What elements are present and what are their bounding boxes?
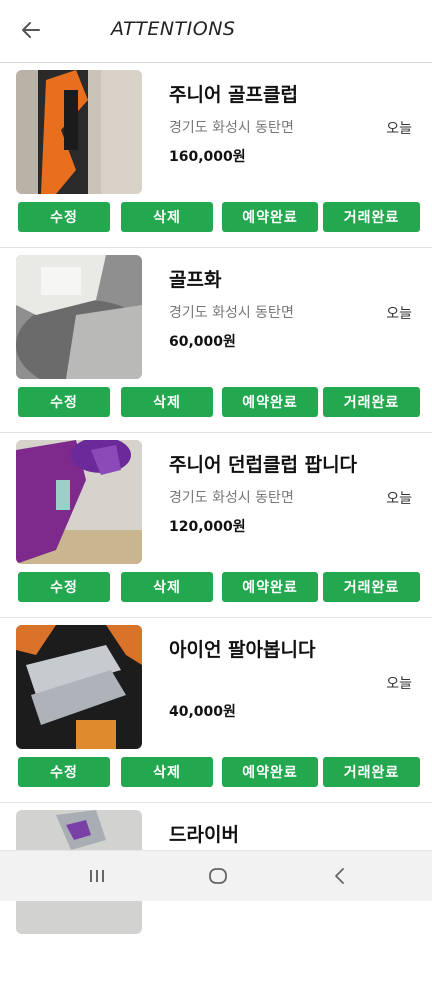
delete-button[interactable]: 삭제 [121,757,213,787]
item-name[interactable]: 드라이버 [169,820,239,847]
reserved-button[interactable]: 예약완료 [222,202,318,232]
reserved-button[interactable]: 예약완료 [222,572,318,602]
item-date: 오늘 [386,491,412,507]
system-nav-bar [0,850,432,901]
item-image[interactable] [16,70,142,194]
delete-button[interactable]: 삭제 [121,387,213,417]
item-name[interactable]: 주니어 던럽클럽 팝니다 [169,450,357,477]
item-image[interactable] [16,255,142,379]
recent-apps-icon [90,870,104,882]
edit-button[interactable]: 수정 [18,387,110,417]
item-name[interactable]: 아이언 팔아봅니다 [169,635,315,662]
item-price: 160,000원 [169,149,246,165]
item-date: 오늘 [386,676,412,692]
item-date: 오늘 [386,121,412,137]
sold-button[interactable]: 거래완료 [323,387,420,417]
item-location: 경기도 화성시 동탄면 [169,305,294,321]
edit-button[interactable]: 수정 [18,572,110,602]
item-image[interactable] [16,440,142,564]
list-item: 골프화 경기도 화성시 동탄면 오늘 60,000원 수정 삭제 예약완료 거래… [0,248,432,433]
app-bar: ATTENTIONS [0,0,432,63]
back-button[interactable] [16,15,46,45]
sold-button[interactable]: 거래완료 [323,202,420,232]
list-item: 주니어 던럽클럽 팝니다 경기도 화성시 동탄면 오늘 120,000원 수정 … [0,433,432,618]
item-name[interactable]: 골프화 [169,265,221,292]
item-image[interactable] [16,625,142,749]
item-price: 40,000원 [169,704,236,720]
item-name[interactable]: 주니어 골프클럽 [169,80,298,107]
nav-back-button[interactable] [327,863,353,889]
item-location: 경기도 화성시 동탄면 [169,120,294,136]
item-location: 경기도 화성시 동탄면 [169,490,294,506]
list-item: 주니어 골프클럽 경기도 화성시 동탄면 오늘 160,000원 수정 삭제 예… [0,63,432,248]
sold-button[interactable]: 거래완료 [323,572,420,602]
item-price: 60,000원 [169,334,236,350]
back-chevron-icon [335,868,344,884]
recent-apps-button[interactable] [84,863,110,889]
edit-button[interactable]: 수정 [18,757,110,787]
item-date: 오늘 [386,306,412,322]
home-icon [209,868,227,884]
delete-button[interactable]: 삭제 [121,572,213,602]
home-button[interactable] [205,863,231,889]
delete-button[interactable]: 삭제 [121,202,213,232]
sold-button[interactable]: 거래완료 [323,757,420,787]
reserved-button[interactable]: 예약완료 [222,387,318,417]
edit-button[interactable]: 수정 [18,202,110,232]
page-title: ATTENTIONS [111,18,236,40]
arrow-left-icon [22,22,40,38]
item-list[interactable]: 주니어 골프클럽 경기도 화성시 동탄면 오늘 160,000원 수정 삭제 예… [0,63,432,987]
reserved-button[interactable]: 예약완료 [222,757,318,787]
list-item: 아이언 팔아봅니다 오늘 40,000원 수정 삭제 예약완료 거래완료 [0,618,432,803]
item-price: 120,000원 [169,519,246,535]
